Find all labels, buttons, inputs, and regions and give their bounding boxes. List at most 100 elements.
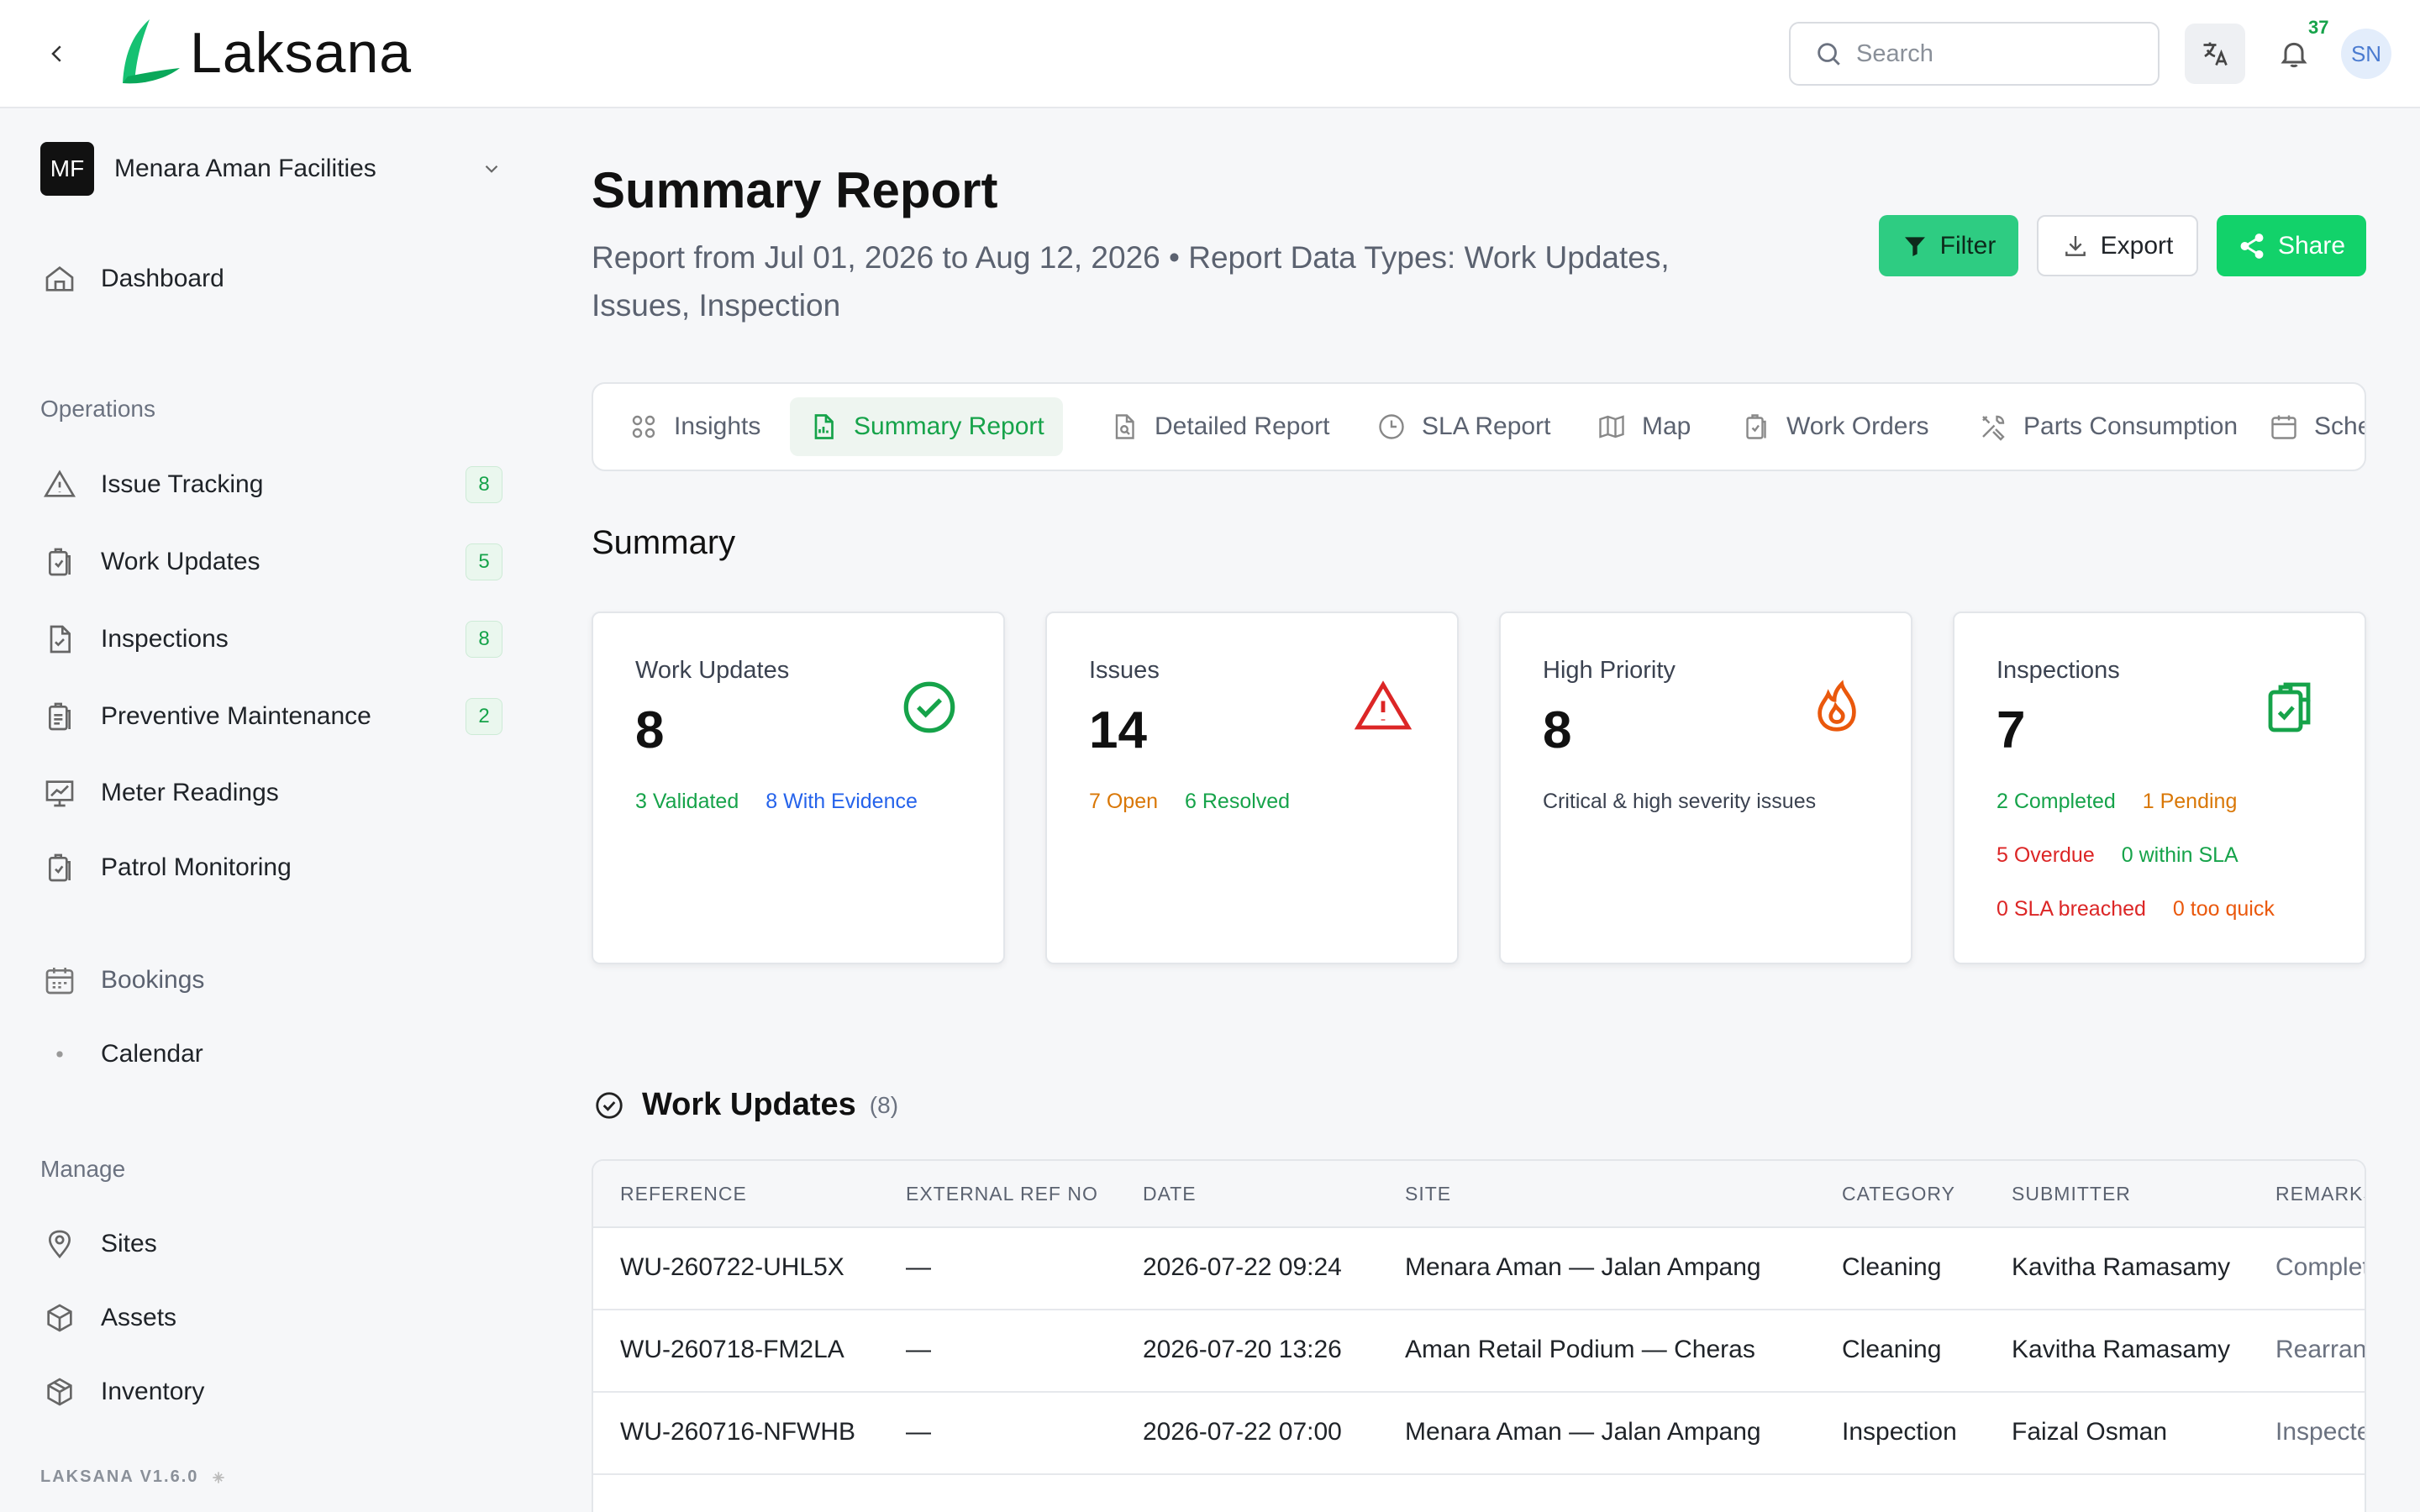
pending-count: 1 Pending	[2142, 790, 2238, 813]
cube-icon	[40, 1299, 79, 1337]
column-header-reference[interactable]: REFERENCE	[620, 1183, 747, 1205]
column-header-site[interactable]: SITE	[1405, 1183, 1451, 1205]
export-label: Export	[2100, 231, 2174, 260]
warning-icon	[40, 465, 79, 504]
cell-category: Cleaning	[1842, 1253, 1942, 1281]
app-logo[interactable]: Laksana	[116, 15, 412, 91]
cell-remarks: Rearrang	[2275, 1336, 2366, 1363]
column-header-category[interactable]: CATEGORY	[1842, 1183, 1955, 1205]
evidence-count: 8 With Evidence	[765, 790, 918, 813]
org-badge: MF	[40, 142, 94, 196]
back-button[interactable]	[37, 34, 77, 74]
column-header-date[interactable]: DATE	[1143, 1183, 1197, 1205]
tab-detailed-report[interactable]: Detailed Report	[1091, 397, 1348, 456]
card-title: Inspections	[1996, 657, 2120, 684]
sla-breached-count: 0 SLA breached	[1996, 897, 2146, 921]
cell-submitter: Kavitha Ramasamy	[2012, 1336, 2231, 1363]
search-icon	[1818, 43, 1840, 66]
sidebar-item-work-updates[interactable]: Work Updates 5	[40, 537, 502, 587]
card-work-updates[interactable]: Work Updates 8 3 Validated 8 With Eviden…	[592, 612, 1005, 964]
card-title: Work Updates	[635, 657, 790, 684]
tab-label: Work Orders	[1786, 412, 1929, 440]
sidebar-item-preventive-maintenance[interactable]: Preventive Maintenance 2	[40, 691, 502, 742]
dot-icon	[40, 1035, 79, 1074]
table-row[interactable]: WU-260718-FM2LA — 2026-07-20 13:26 Aman …	[593, 1310, 2366, 1393]
card-inspections[interactable]: Inspections 7 2 Completed 1 Pending 5 Ov…	[1953, 612, 2366, 964]
filter-button[interactable]: Filter	[1879, 215, 2018, 276]
cell-site: Aman Retail Podium — Cheras	[1405, 1336, 1755, 1363]
table-header: REFERENCE EXTERNAL REF NO DATE SITE CATE…	[593, 1161, 2365, 1228]
box-icon	[40, 1373, 79, 1411]
cell-external-ref: —	[906, 1336, 931, 1363]
card-value: 7	[1996, 701, 2026, 759]
sidebar-item-bookings[interactable]: Bookings	[40, 955, 502, 1005]
tab-schedule[interactable]: Sche	[2250, 397, 2365, 456]
flame-icon	[1807, 677, 1867, 738]
search-input[interactable]	[1856, 39, 2142, 68]
cell-reference[interactable]: WU-260716-NFWHB	[620, 1418, 855, 1446]
org-switcher[interactable]: MF Menara Aman Facilities	[40, 140, 502, 197]
page-title: Summary Report	[592, 162, 998, 218]
check-circle-icon	[596, 1091, 623, 1119]
sidebar-item-inspections[interactable]: Inspections 8	[40, 614, 502, 664]
sidebar: MF Menara Aman Facilities Dashboard Oper…	[0, 110, 538, 1512]
search-box[interactable]	[1789, 22, 2160, 86]
tab-sla-report[interactable]: SLA Report	[1358, 397, 1569, 456]
cell-external-ref: —	[906, 1253, 931, 1281]
clipboard-check-icon	[40, 543, 79, 581]
cell-date: 2026-07-22 07:00	[1143, 1418, 1342, 1446]
tab-insights[interactable]: Insights	[610, 397, 779, 456]
sidebar-item-issue-tracking[interactable]: Issue Tracking 8	[40, 459, 502, 510]
card-value: 14	[1089, 701, 1147, 759]
resolved-count: 6 Resolved	[1185, 790, 1291, 813]
share-button[interactable]: Share	[2217, 215, 2366, 276]
clipboard-check-icon	[2260, 677, 2321, 738]
column-header-external-ref[interactable]: EXTERNAL REF NO	[906, 1183, 1098, 1205]
column-header-submitter[interactable]: SUBMITTER	[2012, 1183, 2131, 1205]
tab-label: Parts Consumption	[2023, 412, 2238, 440]
sidebar-item-assets[interactable]: Assets	[40, 1293, 502, 1343]
cell-remarks: Complet	[2275, 1253, 2366, 1281]
cell-reference[interactable]: WU-260722-UHL5X	[620, 1253, 844, 1282]
org-name: Menara Aman Facilities	[114, 155, 376, 182]
column-header-remarks[interactable]: REMARKS	[2275, 1183, 2365, 1205]
export-button[interactable]: Export	[2037, 215, 2198, 276]
top-bar: Laksana 37 SN	[0, 0, 2420, 108]
warning-icon	[1353, 677, 1413, 738]
overdue-count: 5 Overdue	[1996, 843, 2095, 867]
tab-map[interactable]: Map	[1578, 397, 1709, 456]
sidebar-item-label: Meter Readings	[101, 779, 279, 806]
version-label: LAKSANA V1.6.0	[40, 1467, 199, 1486]
table-row[interactable]: WU-260716-NFWHB — 2026-07-22 07:00 Menar…	[593, 1393, 2365, 1475]
tab-label: Summary Report	[854, 412, 1044, 440]
sparkle-icon	[213, 1471, 225, 1483]
user-avatar[interactable]: SN	[2341, 29, 2391, 79]
sidebar-item-patrol-monitoring[interactable]: Patrol Monitoring	[40, 843, 502, 893]
home-icon	[40, 260, 79, 298]
sidebar-item-calendar[interactable]: Calendar	[40, 1029, 502, 1079]
section-title-operations: Operations	[40, 396, 155, 422]
sidebar-item-dashboard[interactable]: Dashboard	[40, 254, 502, 304]
card-high-priority[interactable]: High Priority 8 Critical & high severity…	[1499, 612, 1912, 964]
section-title-manage: Manage	[40, 1156, 126, 1182]
clipboard-check-icon	[1741, 412, 1771, 442]
table-row[interactable]: WU-260722-UHL5X — 2026-07-22 09:24 Menar…	[593, 1228, 2366, 1310]
sidebar-item-inventory[interactable]: Inventory	[40, 1367, 502, 1417]
cell-category: Inspection	[1842, 1418, 1957, 1446]
translate-button[interactable]	[2185, 24, 2245, 84]
card-issues[interactable]: Issues 14 7 Open 6 Resolved	[1045, 612, 1459, 964]
tab-work-orders[interactable]: Work Orders	[1723, 397, 1947, 456]
cell-external-ref: —	[906, 1418, 931, 1446]
tab-parts-consumption[interactable]: Parts Consumption	[1960, 397, 2256, 456]
work-updates-heading: Work Updates (8)	[593, 1087, 898, 1123]
sidebar-item-meter-readings[interactable]: Meter Readings	[40, 768, 502, 818]
card-title: High Priority	[1543, 657, 1676, 684]
clipboard-list-icon	[40, 697, 79, 736]
sidebar-item-label: Assets	[101, 1304, 177, 1331]
tab-summary-report[interactable]: Summary Report	[790, 397, 1063, 456]
open-count: 7 Open	[1089, 790, 1159, 813]
sidebar-item-sites[interactable]: Sites	[40, 1219, 502, 1269]
clock-icon	[1376, 412, 1407, 442]
cell-reference[interactable]: WU-260718-FM2LA	[620, 1336, 844, 1364]
cell-site: Menara Aman — Jalan Ampang	[1405, 1253, 1761, 1281]
